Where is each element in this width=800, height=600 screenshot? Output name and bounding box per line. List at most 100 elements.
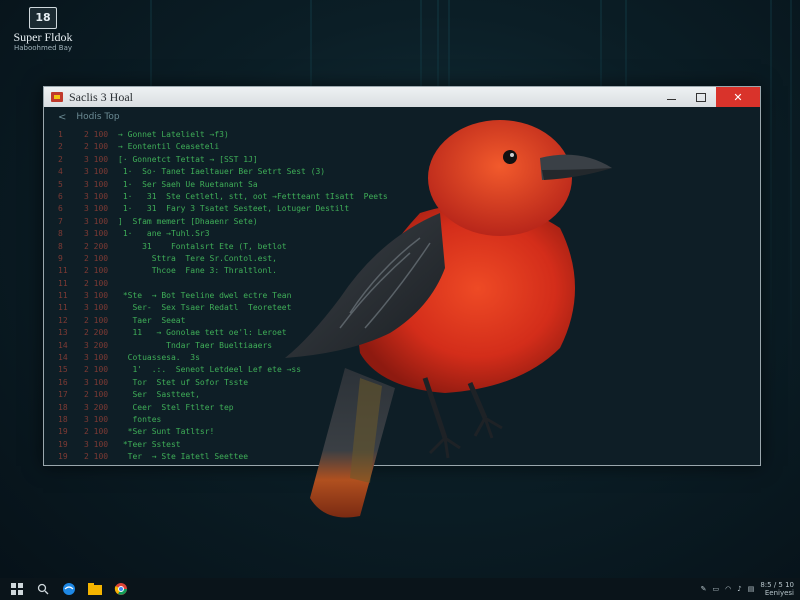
- line-number: 1: [58, 130, 63, 139]
- window-controls: ✕: [656, 87, 760, 107]
- bird-eye: [503, 150, 517, 164]
- bird-tail: [310, 368, 395, 518]
- line-number: 14: [58, 353, 68, 363]
- close-icon: ✕: [733, 90, 743, 104]
- line-gutter: 3 100: [84, 191, 109, 201]
- code-text: → Gonnet Latelielt →f3): [118, 130, 229, 139]
- code-text: Ter → Ste Iatetl Seettee: [118, 452, 249, 462]
- back-button[interactable]: <: [58, 112, 66, 123]
- code-text: *Ste → Bot Teeline dwel ectre Tean: [118, 291, 292, 301]
- line-gutter: 2 100: [84, 452, 109, 462]
- code-text: 1· Ser Saeh Ue Ruetanant Sa: [118, 179, 258, 189]
- line-number: 19: [58, 452, 68, 462]
- system-tray: ✎ ▭ ◠ ♪ ▤ 8:5 / 5 10 Eeniyesi: [701, 578, 794, 600]
- code-text: [· Gonnetct Tettat → [SST 1J]: [118, 154, 258, 164]
- line-gutter: 3 100: [84, 303, 109, 313]
- minimize-icon: [666, 98, 676, 100]
- line-gutter: 3 100: [84, 216, 109, 226]
- code-text: Tndar Taer Bueltiaaers: [118, 340, 273, 350]
- line-number: 15: [58, 365, 68, 375]
- code-text: 11 → Gonolae tett oe'l: Leroet: [118, 328, 287, 338]
- pen-icon[interactable]: ✎: [701, 585, 707, 593]
- code-text: → Eontentil Ceaseteli: [118, 142, 220, 152]
- chat-icon[interactable]: ▭: [713, 585, 720, 593]
- line-gutter: 2 100: [84, 142, 109, 152]
- toolbar-label: Hodis Top: [76, 112, 120, 122]
- line-gutter: 3 100: [84, 179, 109, 189]
- line-number: 6: [58, 191, 63, 201]
- code-text: Ser Sastteet,: [118, 390, 200, 400]
- line-gutter: 2 200: [84, 241, 109, 251]
- code-text: Cotuassesa. 3s: [118, 353, 200, 363]
- line-number: 9: [58, 253, 63, 263]
- clock-time: 8:5 / 5 10: [760, 581, 794, 589]
- line-number: 13: [58, 328, 68, 338]
- line-gutter: 3 100: [84, 204, 109, 214]
- line-gutter: 3 100: [84, 229, 109, 239]
- line-gutter: 2 100: [84, 315, 109, 325]
- code-text: ] Sfam memert [Dhaaenr Sete): [118, 216, 258, 226]
- code-text: fontes: [118, 414, 162, 424]
- clock[interactable]: 8:5 / 5 10 Eeniyesi: [760, 581, 794, 597]
- code-text: *Ser Sunt Tatltsr!: [118, 427, 215, 437]
- line-gutter: 2 100: [84, 253, 109, 263]
- volume-icon[interactable]: ♪: [737, 585, 741, 593]
- line-number: 4: [58, 167, 63, 177]
- code-text: Taer Seeat: [118, 315, 186, 325]
- code-text: Thcoe Fane 3: Thraltlonl.: [118, 266, 277, 276]
- line-number: 20: [58, 464, 84, 466]
- line-number: 11: [58, 291, 68, 301]
- line-gutter: 3 100: [84, 353, 109, 363]
- keyboard-icon[interactable]: ▤: [748, 585, 755, 593]
- line-gutter: 3 100: [84, 414, 109, 424]
- line-gutter: 3 100: [84, 167, 109, 177]
- wifi-icon[interactable]: ◠: [725, 585, 731, 593]
- line-gutter: 2 100: [84, 365, 109, 375]
- search-icon[interactable]: [34, 580, 52, 598]
- chrome-icon[interactable]: [112, 580, 130, 598]
- desktop-logo[interactable]: 18 Super Fldok Haboohmed Bay: [6, 6, 80, 52]
- line-number: 2: [58, 142, 63, 152]
- line-number: 11: [58, 278, 68, 288]
- code-text: Ser- Sex Tsaer Redatl Teoreteet: [118, 303, 292, 313]
- minimize-button[interactable]: [656, 87, 686, 107]
- line-number: 19: [58, 439, 68, 449]
- line-gutter: 2 200: [84, 328, 109, 338]
- logo-name: Super Fldok: [13, 30, 73, 44]
- maximize-button[interactable]: [686, 87, 716, 107]
- browser-icon[interactable]: [60, 580, 78, 598]
- line-gutter: 3 100: [84, 439, 109, 449]
- logo-mark: 18: [29, 7, 57, 29]
- line-gutter: 3 200: [84, 402, 109, 412]
- code-text: Ter Seenner,: [118, 464, 191, 466]
- line-number: 14: [58, 340, 68, 350]
- line-gutter: 3 100: [84, 291, 109, 301]
- code-text: Tor Stet uf Sofor Tsste: [118, 377, 249, 387]
- line-gutter: 2 100: [84, 130, 109, 139]
- line-number: 18: [58, 402, 68, 412]
- line-gutter: 3 100: [84, 154, 109, 164]
- close-button[interactable]: ✕: [716, 87, 760, 107]
- code-text: Ceer Stel Ftlter tep: [118, 402, 234, 412]
- window-title: Saclis 3 Hoal: [69, 89, 133, 104]
- windows-start-icon[interactable]: [8, 580, 26, 598]
- line-number: 19: [58, 427, 68, 437]
- clock-date: Eeniyesi: [764, 589, 794, 597]
- line-gutter: 3 200: [84, 340, 109, 350]
- line-gutter: 2 100: [84, 266, 109, 276]
- line-gutter: 2 200: [84, 464, 118, 466]
- window-titlebar[interactable]: Saclis 3 Hoal ✕: [44, 87, 760, 107]
- line-number: 12: [58, 315, 68, 325]
- code-text: Sttra Tere Sr.Contol.est,: [118, 253, 277, 263]
- line-number: 5: [58, 179, 63, 189]
- code-text: 31 Fontalsrt Ete (T, betlot: [118, 241, 287, 251]
- line-number: 11: [58, 303, 68, 313]
- line-number: 8: [58, 241, 63, 251]
- app-icon: [51, 92, 63, 102]
- line-number: 16: [58, 377, 68, 387]
- folder-icon[interactable]: [86, 580, 104, 598]
- line-number: 11: [58, 266, 68, 276]
- line-number: 18: [58, 414, 68, 424]
- code-text: *Teer Sstest: [118, 439, 181, 449]
- line-number: 7: [58, 216, 63, 226]
